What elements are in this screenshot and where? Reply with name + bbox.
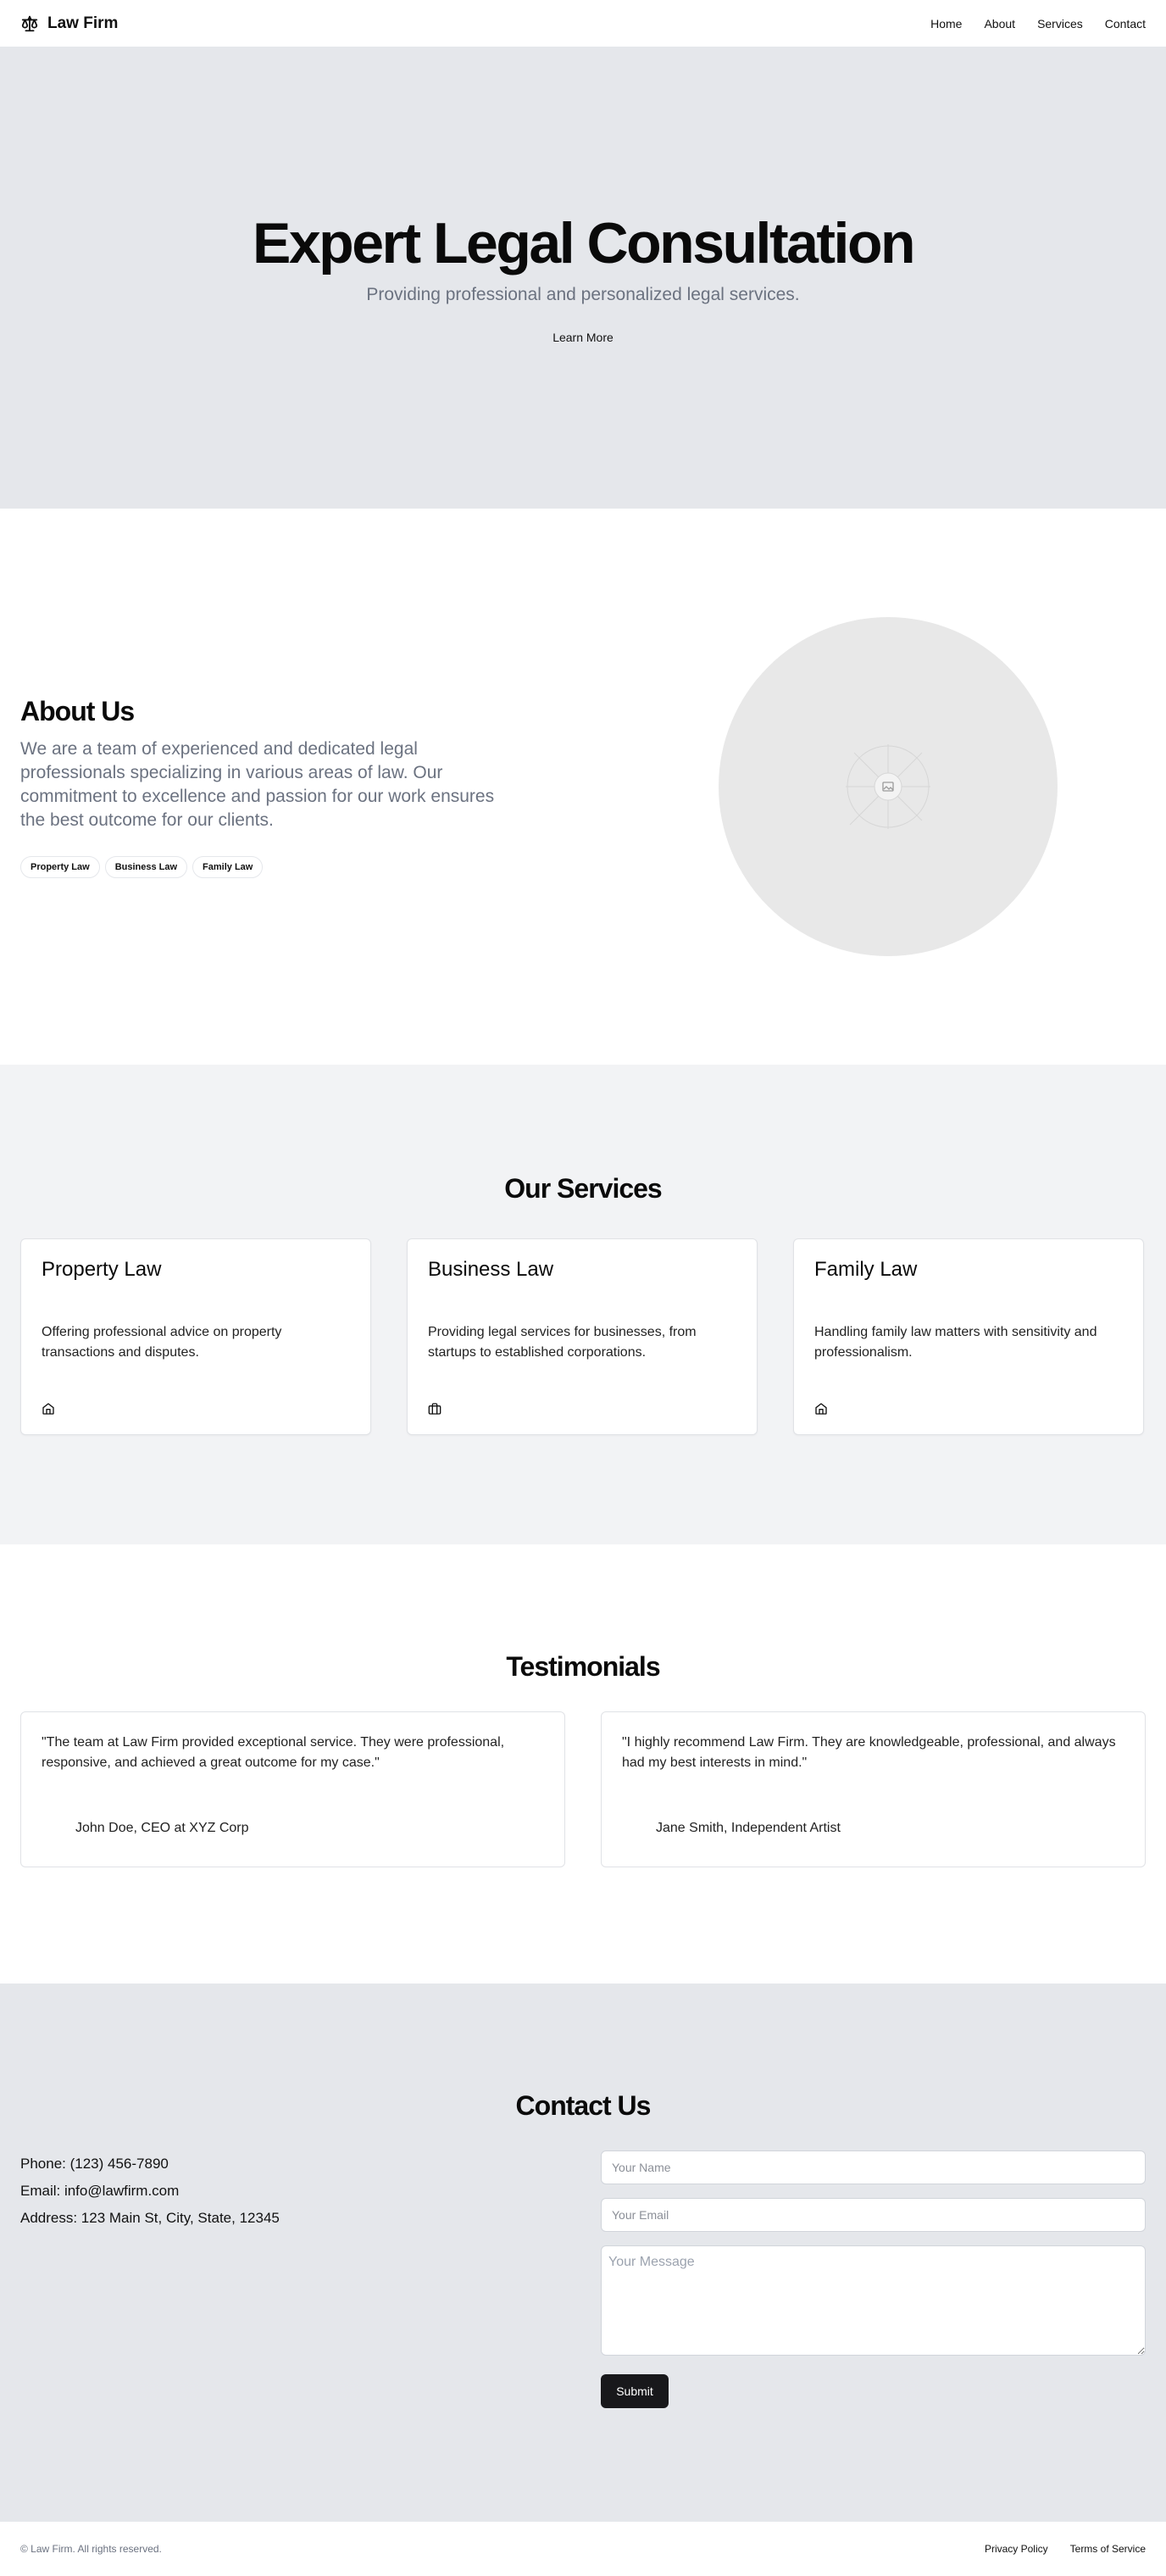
contact-email: Email: info@lawfirm.com (20, 2183, 180, 2199)
terms-of-service-link[interactable]: Terms of Service (1070, 2543, 1146, 2555)
hero-subtitle: Providing professional and personalized … (366, 285, 800, 305)
site-footer: © Law Firm. All rights reserved. Privacy… (0, 2521, 1166, 2576)
nav-contact[interactable]: Contact (1105, 17, 1146, 31)
page: Law Firm Home About Services Contact Exp… (0, 0, 1166, 2576)
message-input[interactable] (601, 2245, 1146, 2356)
service-description: Offering professional advice on property… (42, 1325, 282, 1360)
contact-body: Phone: (123) 456-7890 Email: info@lawfir… (0, 2150, 1166, 2408)
scale-icon (20, 14, 39, 33)
contact-info: Phone: (123) 456-7890 Email: info@lawfir… (20, 2150, 565, 2408)
nav-about[interactable]: About (984, 17, 1015, 31)
hero-title: Expert Legal Consultation (252, 210, 916, 275)
service-title: Business Law (428, 1258, 554, 1281)
contact-title: Contact Us (515, 2090, 652, 2121)
testimonial-card: "The team at Law Firm provided exception… (20, 1711, 565, 1867)
footer-links: Privacy Policy Terms of Service (985, 2543, 1146, 2555)
tag-property-law: Property Law (20, 855, 100, 878)
tag-family-law: Family Law (192, 855, 264, 878)
service-card-family-law: Family Law Handling family law matters w… (793, 1238, 1144, 1435)
site-header: Law Firm Home About Services Contact (0, 0, 1166, 47)
email-input[interactable] (601, 2198, 1146, 2232)
testimonial-cards: "The team at Law Firm provided exception… (0, 1711, 1166, 1867)
contact-form: Submit (601, 2150, 1146, 2408)
testimonial-quote: "I highly recommend Law Firm. They are k… (622, 1735, 1116, 1770)
privacy-policy-link[interactable]: Privacy Policy (985, 2543, 1048, 2555)
home-icon (814, 1402, 828, 1416)
submit-button[interactable]: Submit (601, 2374, 669, 2408)
about-section: About Us We are a team of experienced an… (0, 509, 1166, 1065)
hero-section: Expert Legal Consultation Providing prof… (0, 47, 1166, 509)
testimonial-card: "I highly recommend Law Firm. They are k… (601, 1711, 1146, 1867)
home-icon (42, 1402, 55, 1416)
contact-phone: Phone: (123) 456-7890 (20, 2156, 169, 2172)
services-cards: Property Law Offering professional advic… (0, 1238, 1166, 1435)
testimonials-section: Testimonials "The team at Law Firm provi… (0, 1544, 1166, 1983)
testimonial-quote: "The team at Law Firm provided exception… (42, 1735, 505, 1770)
about-title: About Us (20, 695, 135, 726)
service-description: Handling family law matters with sensiti… (814, 1325, 1097, 1360)
about-image-wrapper (529, 617, 1146, 956)
about-image-placeholder (719, 617, 1058, 956)
name-input[interactable] (601, 2150, 1146, 2184)
about-content: About Us We are a team of experienced an… (20, 696, 529, 878)
nav-home[interactable]: Home (930, 17, 962, 31)
practice-tags: Property Law Business Law Family Law (20, 855, 529, 878)
learn-more-button[interactable]: Learn More (552, 331, 614, 344)
main-nav: Home About Services Contact (930, 17, 1146, 31)
testimonials-title: Testimonials (506, 1651, 660, 1682)
testimonial-author: Jane Smith, Independent Artist (656, 1821, 841, 1835)
brand-title: Law Firm (47, 14, 119, 32)
service-title: Family Law (814, 1258, 918, 1281)
service-card-business-law: Business Law Providing legal services fo… (407, 1238, 758, 1435)
services-title: Our Services (504, 1173, 662, 1204)
service-card-property-law: Property Law Offering professional advic… (20, 1238, 371, 1435)
nav-services[interactable]: Services (1037, 17, 1083, 31)
service-description: Providing legal services for businesses,… (428, 1325, 697, 1360)
brand[interactable]: Law Firm (20, 14, 118, 33)
contact-section: Contact Us Phone: (123) 456-7890 Email: … (0, 1983, 1166, 2521)
testimonial-author: John Doe, CEO at XYZ Corp (75, 1821, 249, 1835)
image-placeholder-icon (846, 744, 930, 829)
service-title: Property Law (42, 1258, 162, 1281)
briefcase-icon (428, 1402, 441, 1416)
tag-business-law: Business Law (104, 855, 188, 878)
copyright: © Law Firm. All rights reserved. (20, 2543, 162, 2555)
services-section: Our Services Property Law Offering profe… (0, 1065, 1166, 1544)
contact-address: Address: 123 Main St, City, State, 12345 (20, 2210, 280, 2226)
about-text: We are a team of experienced and dedicat… (20, 738, 495, 830)
